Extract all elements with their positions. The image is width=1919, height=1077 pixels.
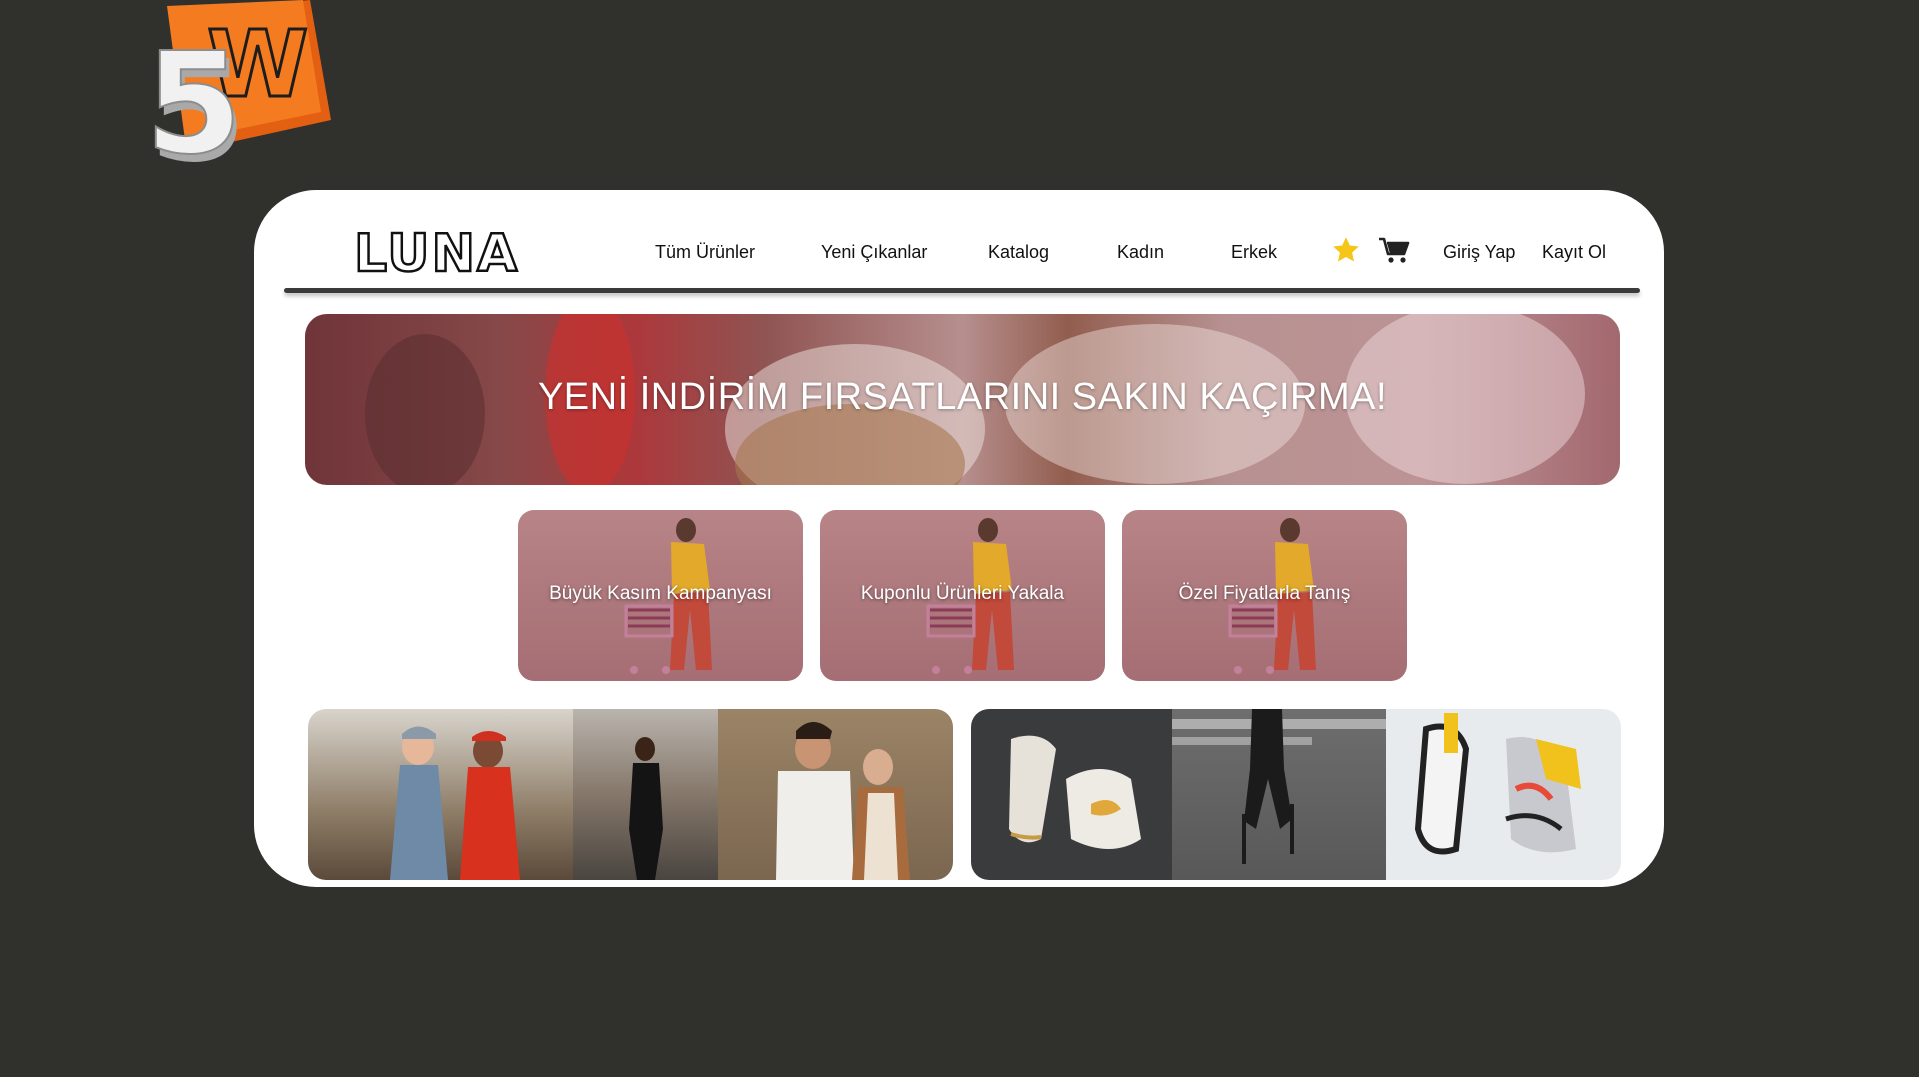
- star-icon[interactable]: [1331, 235, 1361, 270]
- nav-link-all-products[interactable]: Tüm Ürünler: [655, 242, 755, 263]
- clothing-photo-strip: [308, 709, 953, 880]
- nav-link-men[interactable]: Erkek: [1231, 242, 1277, 263]
- sneakers-photo[interactable]: [971, 709, 1172, 880]
- nav-link-catalog[interactable]: Katalog: [988, 242, 1049, 263]
- women-fashion-photo[interactable]: [308, 709, 573, 880]
- black-dress-photo[interactable]: [573, 709, 718, 880]
- promo-label: Özel Fiyatlarla Tanış: [1178, 583, 1351, 604]
- nav-divider: [284, 288, 1640, 293]
- register-link[interactable]: Kayıt Ol: [1542, 242, 1606, 263]
- promo-card-november-campaign[interactable]: Büyük Kasım Kampanyası: [518, 510, 803, 681]
- page: W 5 5 LUNA Tüm Ürünler Yeni Çıkanlar Kat…: [0, 0, 1919, 1077]
- running-shoes-photo[interactable]: [1386, 709, 1621, 880]
- promo-card-special-prices[interactable]: Özel Fiyatlarla Tanış: [1122, 510, 1407, 681]
- hero-banner[interactable]: YENİ İNDİRİM FIRSATLARINI SAKIN KAÇIRMA!: [305, 314, 1620, 485]
- couple-photo[interactable]: [718, 709, 953, 880]
- brand-logo[interactable]: LUNA: [353, 227, 519, 282]
- corner-logo: W 5 5: [144, 0, 345, 194]
- cart-icon[interactable]: [1378, 236, 1410, 269]
- nav-link-new-arrivals[interactable]: Yeni Çıkanlar: [821, 242, 927, 263]
- login-link[interactable]: Giriş Yap: [1443, 242, 1515, 263]
- promo-label: Büyük Kasım Kampanyası: [549, 583, 772, 604]
- shoes-photo-strip: [971, 709, 1621, 880]
- promo-card-coupon-products[interactable]: Kuponlu Ürünleri Yakala: [820, 510, 1105, 681]
- heeled-boots-photo[interactable]: [1172, 709, 1386, 880]
- promo-label: Kuponlu Ürünleri Yakala: [860, 583, 1065, 604]
- nav-link-women[interactable]: Kadın: [1117, 242, 1164, 263]
- hero-title: YENİ İNDİRİM FIRSATLARINI SAKIN KAÇIRMA!: [537, 376, 1388, 418]
- svg-text:5: 5: [145, 23, 242, 185]
- site-card: LUNA Tüm Ürünler Yeni Çıkanlar Katalog K…: [254, 190, 1664, 887]
